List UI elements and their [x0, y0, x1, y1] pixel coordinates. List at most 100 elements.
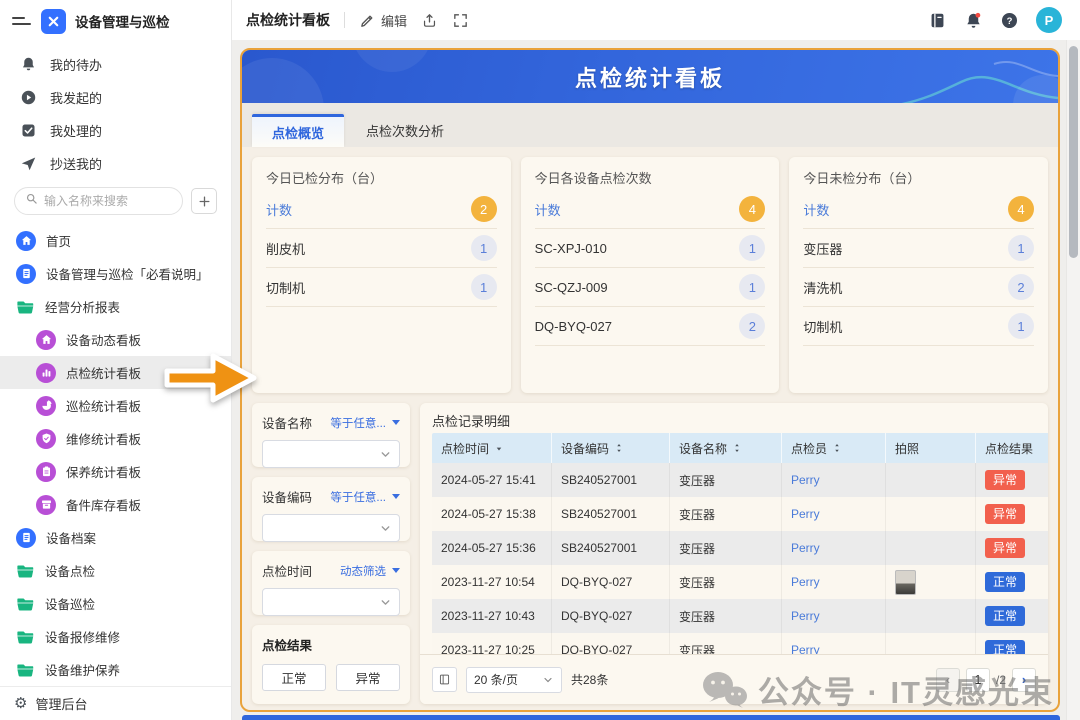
- next-page-button[interactable]: ›: [1012, 668, 1036, 692]
- sidebar-item-label: 我发起的: [50, 88, 102, 107]
- lower-row: 设备名称 等于任意... 设备编码 等于任意... 点检时间 动态筛选: [252, 403, 1048, 704]
- table-row[interactable]: 2024-05-27 15:36 SB240527001 变压器 Perry 异…: [432, 531, 1048, 565]
- result-badge: 异常: [985, 504, 1025, 524]
- user-avatar[interactable]: P: [1036, 7, 1062, 33]
- share-icon[interactable]: [421, 12, 438, 29]
- sidebar-nav-item-6[interactable]: 维修统计看板: [0, 422, 231, 455]
- nav-item-label: 首页: [46, 231, 71, 250]
- sidebar-nav-item-12[interactable]: 设备报修维修: [0, 620, 231, 653]
- nav-item-label: 巡检统计看板: [66, 396, 141, 415]
- help-icon[interactable]: ?: [1000, 11, 1019, 30]
- inspection-table-card: 点检记录明细 点检时间 设备编码 设备名称 点检员 拍照 点检结果 2024-0…: [420, 403, 1048, 704]
- stat-row[interactable]: 削皮机 1: [266, 229, 497, 268]
- sidebar-item-initiated[interactable]: 我发起的: [0, 81, 231, 114]
- fullscreen-icon[interactable]: [452, 12, 469, 29]
- filter-select[interactable]: [262, 440, 400, 468]
- tab-1[interactable]: 点检次数分析: [346, 114, 464, 147]
- collapse-sidebar-icon[interactable]: [12, 11, 32, 31]
- table-row[interactable]: 2024-05-27 15:38 SB240527001 变压器 Perry 异…: [432, 497, 1048, 531]
- tab-0[interactable]: 点检概览: [252, 114, 344, 147]
- result-badge: 异常: [985, 470, 1025, 490]
- stat-row[interactable]: 计数 4: [535, 190, 766, 229]
- notification-bell-icon[interactable]: [964, 11, 983, 30]
- stat-row[interactable]: 切制机 1: [803, 307, 1034, 346]
- sidebar-item-bell[interactable]: 我的待办: [0, 48, 231, 81]
- sidebar-nav-item-3[interactable]: 设备动态看板: [0, 323, 231, 356]
- page-size-select[interactable]: 20 条/页: [466, 667, 562, 693]
- column-header-3[interactable]: 点检员: [782, 433, 886, 463]
- sort-icon[interactable]: [732, 443, 742, 453]
- stat-row[interactable]: SC-XPJ-010 1: [535, 229, 766, 268]
- stat-row[interactable]: SC-QZJ-009 1: [535, 268, 766, 307]
- sidebar-search-box[interactable]: [14, 187, 183, 215]
- sidebar-nav-item-4[interactable]: 点检统计看板: [0, 356, 231, 389]
- filter-select[interactable]: [262, 514, 400, 542]
- photo-thumbnail[interactable]: [895, 570, 916, 595]
- sidebar-nav-item-5[interactable]: 巡检统计看板: [0, 389, 231, 422]
- sort-icon[interactable]: [494, 443, 504, 453]
- prev-page-button[interactable]: ‹: [936, 668, 960, 692]
- inspector-link[interactable]: Perry: [791, 507, 820, 521]
- sidebar-nav-item-9[interactable]: 设备档案: [0, 521, 231, 554]
- table-row[interactable]: 2023-11-27 10:54 DQ-BYQ-027 变压器 Perry 正常: [432, 565, 1048, 599]
- filter-operator[interactable]: 动态筛选: [340, 563, 386, 579]
- scrollbar-thumb[interactable]: [1069, 46, 1078, 258]
- filter-select[interactable]: [262, 588, 400, 616]
- initiated-icon: [20, 89, 37, 106]
- sort-icon[interactable]: [832, 443, 842, 453]
- stat-value-badge: 1: [471, 235, 497, 261]
- sidebar-item-processed[interactable]: 我处理的: [0, 114, 231, 147]
- vertical-scrollbar[interactable]: [1066, 40, 1080, 720]
- manual-book-icon[interactable]: [928, 11, 947, 30]
- sidebar-nav-item-0[interactable]: 首页: [0, 224, 231, 257]
- filter-operator[interactable]: 等于任意...: [330, 415, 386, 431]
- sidebar-item-label: 我的待办: [50, 55, 102, 74]
- stat-card-0: 今日已检分布（台） 计数 2 削皮机 1 切制机 1: [252, 157, 511, 393]
- stat-row[interactable]: 计数 4: [803, 190, 1034, 229]
- stat-row[interactable]: 清洗机 2: [803, 268, 1034, 307]
- nav-item-label: 保养统计看板: [66, 462, 141, 481]
- stat-label: 切制机: [803, 317, 842, 336]
- inspector-link[interactable]: Perry: [791, 609, 820, 623]
- stat-row[interactable]: 变压器 1: [803, 229, 1034, 268]
- result-filter-button[interactable]: 正常: [262, 664, 326, 691]
- result-filter-button[interactable]: 异常: [336, 664, 400, 691]
- column-header-2[interactable]: 设备名称: [670, 433, 782, 463]
- table-row[interactable]: 2024-05-27 15:41 SB240527001 变压器 Perry 异…: [432, 463, 1048, 497]
- sidebar-item-admin-console[interactable]: ⚙ 管理后台: [0, 686, 231, 720]
- sidebar-nav-item-1[interactable]: 设备管理与巡检「必看说明」: [0, 257, 231, 290]
- stat-label: DQ-BYQ-027: [535, 319, 612, 334]
- sidebar-nav-item-7[interactable]: 保养统计看板: [0, 455, 231, 488]
- cell-photo: [886, 565, 976, 599]
- column-header-1[interactable]: 设备编码: [552, 433, 670, 463]
- add-button[interactable]: [191, 188, 217, 214]
- table-row[interactable]: 2023-11-27 10:43 DQ-BYQ-027 变压器 Perry 正常: [432, 599, 1048, 633]
- current-page[interactable]: 1: [966, 668, 990, 692]
- stat-row[interactable]: DQ-BYQ-027 2: [535, 307, 766, 346]
- sidebar-nav-item-11[interactable]: 设备巡检: [0, 587, 231, 620]
- column-header-4[interactable]: 拍照: [886, 433, 976, 463]
- inspector-link[interactable]: Perry: [791, 575, 820, 589]
- sidebar-nav-item-8[interactable]: 备件库存看板: [0, 488, 231, 521]
- sidebar-nav-item-13[interactable]: 设备维护保养: [0, 653, 231, 686]
- column-header-5[interactable]: 点检结果: [976, 433, 1048, 463]
- stat-value-badge: 2: [739, 313, 765, 339]
- filter-operator[interactable]: 等于任意...: [330, 489, 386, 505]
- inspector-link[interactable]: Perry: [791, 541, 820, 555]
- table-pagination: 20 条/页 共28条 ‹ 1 /2 ›: [420, 654, 1048, 704]
- sort-icon[interactable]: [614, 443, 624, 453]
- sidebar-search-input[interactable]: [44, 194, 172, 208]
- export-table-button[interactable]: [432, 667, 457, 692]
- stat-value-badge: 1: [739, 274, 765, 300]
- edit-button[interactable]: 编辑: [359, 11, 407, 30]
- stat-label: 清洗机: [803, 278, 842, 297]
- stat-row[interactable]: 切制机 1: [266, 268, 497, 307]
- sidebar-item-cc[interactable]: 抄送我的: [0, 147, 231, 180]
- inspector-link[interactable]: Perry: [791, 473, 820, 487]
- sidebar-nav-item-10[interactable]: 设备点检: [0, 554, 231, 587]
- stat-label: SC-XPJ-010: [535, 241, 607, 256]
- column-header-0[interactable]: 点检时间: [432, 433, 552, 463]
- sidebar-nav-item-2[interactable]: 经营分析报表: [0, 290, 231, 323]
- stat-row[interactable]: 计数 2: [266, 190, 497, 229]
- gear-icon: ⚙: [14, 696, 27, 711]
